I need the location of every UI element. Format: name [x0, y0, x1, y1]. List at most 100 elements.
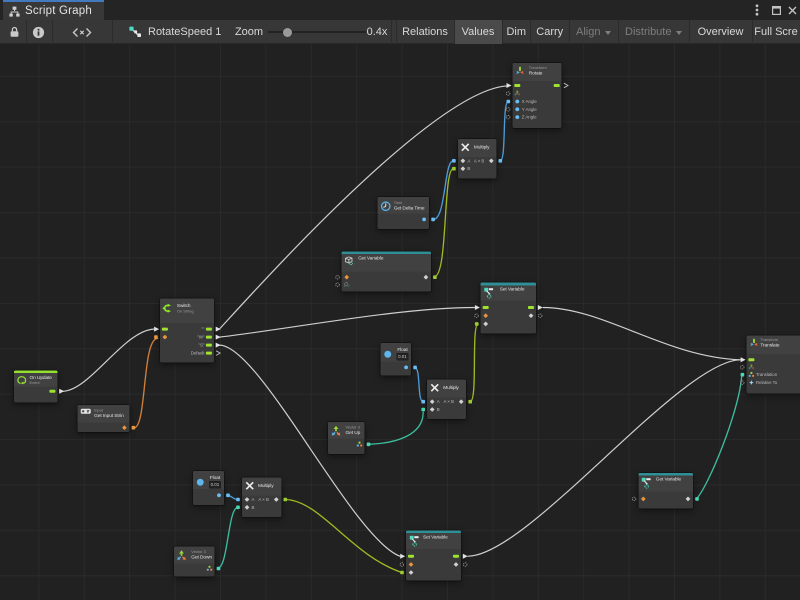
wire-get-down-to-multiply-3-b[interactable] [218, 507, 239, 568]
tab-script-graph[interactable]: Script Graph [3, 0, 104, 20]
zoom-value: 0.4x [362, 20, 392, 44]
port-label: Relative To [756, 380, 777, 385]
wire-get-up-to-multiply-2-b[interactable] [369, 412, 424, 444]
kebab-menu-icon [755, 4, 759, 16]
multiply-icon [245, 481, 255, 491]
wire-on-update-to-switch[interactable] [63, 329, 154, 391]
zoom-slider-thumb[interactable] [283, 28, 292, 37]
port-label: B [467, 166, 470, 171]
wire-switch-empty-to-rotate[interactable] [219, 86, 509, 329]
toolbar-separator [569, 20, 570, 44]
float-icon [197, 479, 205, 487]
node-vector3-get-down[interactable]: Vector 3Get Down [174, 546, 215, 576]
node-on-update[interactable]: On UpdateEvent [14, 370, 57, 402]
case-label: "" [201, 327, 204, 332]
window-maximize-button[interactable] [768, 0, 784, 20]
gamepad-icon [80, 409, 91, 415]
node-float-1[interactable]: Float0.01 [381, 343, 412, 376]
setvar-icon [409, 535, 421, 547]
lock-button[interactable] [2, 20, 26, 44]
wire-multiply-2-to-set-variable-1[interactable] [470, 324, 478, 402]
case-label: "W" [197, 335, 204, 340]
node-get-delta-time[interactable]: TimeGet Delta Time [378, 197, 429, 229]
code-brackets-icon [72, 27, 92, 38]
node-title: Switch [177, 303, 191, 309]
port-label: A [467, 158, 470, 163]
wire-switch-w-to-set-variable-1[interactable] [219, 308, 474, 338]
node-set-variable-2[interactable]: Set Variable [406, 530, 461, 580]
info-button[interactable] [26, 20, 50, 44]
port-label: Translation [756, 372, 777, 377]
node-title: Get Input Strin [94, 413, 124, 419]
script-graph-icon [8, 5, 21, 18]
toolbar-button-fullscreen[interactable]: Full Scre [752, 20, 800, 44]
toolbar-separator [689, 20, 690, 44]
toolbar-button-carry[interactable]: Carry [531, 20, 570, 44]
toolbar-button-overview[interactable]: Overview [689, 20, 752, 44]
node-title: Rotate [529, 70, 543, 76]
node-get-variable-2[interactable]: Get Variable [638, 473, 693, 508]
wire-float-2-to-multiply-3-a[interactable] [227, 495, 238, 499]
wire-set-variable-2-to-translate[interactable] [468, 360, 740, 556]
node-set-variable-1[interactable]: Set Variable [481, 283, 536, 334]
wire-switch-s-to-set-variable-2[interactable] [219, 345, 400, 556]
port-label: A [252, 497, 255, 502]
toolbar-button-values[interactable]: Values [454, 20, 502, 44]
operation-label: A × B [443, 399, 453, 404]
float-icon [384, 350, 392, 358]
toolbar-separator [752, 20, 753, 44]
node-subtitle: Event [30, 381, 40, 386]
node-get-input-string[interactable]: InputGet Input Strin [78, 405, 130, 432]
window-menu-button[interactable] [750, 0, 764, 20]
transform-icon [515, 66, 525, 78]
operation-label: A × B [474, 158, 484, 163]
toolbar-separator [530, 20, 531, 44]
zoom-label: Zoom [232, 20, 266, 44]
wire-set-variable-1-to-translate[interactable] [543, 308, 740, 360]
toolbar-separator [454, 20, 455, 44]
graph-canvas[interactable]: On UpdateEvent InputGet Input Strin Swit… [0, 44, 800, 600]
wire-delta-time-to-multiply-1-a[interactable] [434, 161, 454, 220]
info-icon [32, 26, 45, 39]
node-title: Multiply [474, 145, 490, 151]
vector3-icon [331, 426, 341, 437]
window-close-button[interactable] [784, 0, 800, 20]
toolbar-button-relations[interactable]: Relations [396, 20, 454, 44]
toolbar-separator [26, 20, 27, 44]
value-field[interactable]: 0.01 [209, 481, 221, 489]
toolbar-button-align[interactable]: Align [569, 20, 619, 44]
toolbar-button-distribute[interactable]: Distribute [619, 20, 690, 44]
node-title: Multiply [443, 385, 459, 391]
vector3-icon [177, 550, 187, 561]
toolbar-separator [502, 20, 503, 44]
graph-breadcrumb[interactable]: RotateSpeed 1 [128, 20, 228, 44]
wire-get-variable-1-to-multiply-1-b[interactable] [435, 169, 454, 277]
node-title: Set Variable [500, 286, 525, 292]
node-title: Float [397, 347, 407, 353]
node-vector3-get-up[interactable]: Vector 3Get Up [328, 422, 365, 454]
toolbar-separator [618, 20, 619, 44]
toolbar-separator [396, 20, 397, 44]
wire-multiply-1-to-rotate-x[interactable] [500, 102, 508, 161]
multiply-icon [461, 142, 471, 152]
tab-title: Script Graph [25, 5, 92, 17]
graph-world: On UpdateEvent InputGet Input Strin Swit… [0, 44, 800, 600]
node-title: Get Delta Time [394, 205, 425, 211]
value-field[interactable]: 0.01 [397, 353, 409, 361]
node-get-variable-1[interactable]: Get Variable [342, 252, 431, 292]
code-view-button[interactable] [62, 20, 102, 44]
node-rotate[interactable]: TransformRotate [512, 63, 561, 128]
case-label: Default [191, 351, 205, 356]
toolbar-button-dim[interactable]: Dim [502, 20, 531, 44]
node-title: Get Up [346, 430, 361, 436]
dropdown-caret-icon [676, 31, 682, 35]
wire-multiply-3-to-set-variable-2[interactable] [285, 500, 402, 573]
wire-get-variable-2-to-translate[interactable] [696, 377, 741, 499]
node-switch-on-string[interactable]: SwitchOn String [160, 299, 214, 363]
operation-label: A × B [258, 497, 268, 502]
wire-input-string-to-switch[interactable] [134, 338, 158, 428]
port-label: A [437, 399, 440, 404]
node-float-2[interactable]: Float0.01 [193, 471, 224, 505]
node-title: Get Down [191, 554, 212, 560]
wire-float-1-to-multiply-2-a[interactable] [415, 367, 424, 401]
